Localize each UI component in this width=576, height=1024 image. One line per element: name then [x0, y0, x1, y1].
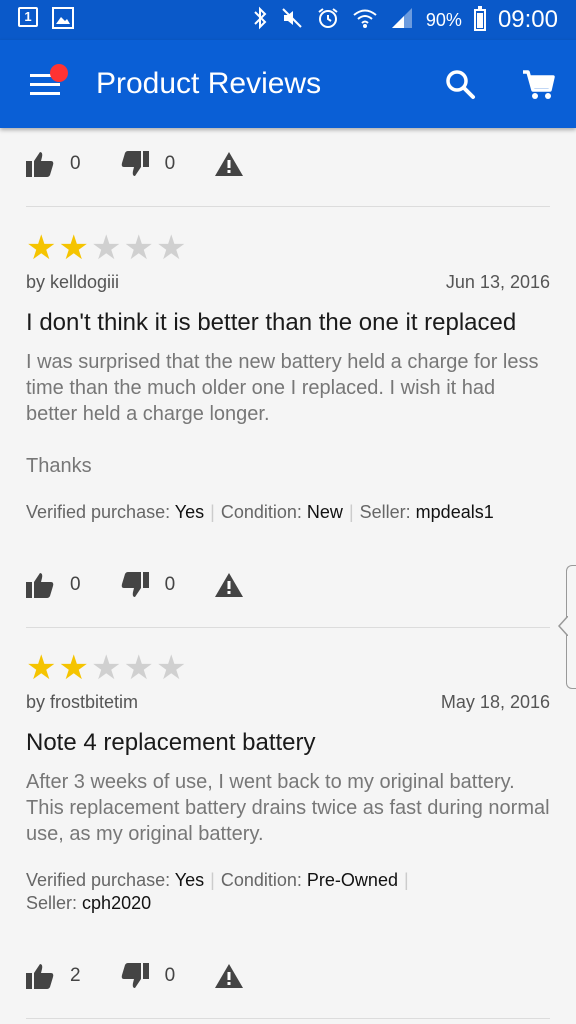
review-date: Jun 13, 2016 [445, 272, 550, 292]
verified-label: Verified purchase: [26, 502, 171, 522]
menu-icon-bar [30, 83, 60, 86]
condition-value: Pre-Owned [306, 870, 398, 890]
warning-icon [215, 573, 244, 597]
seller-value: mpdeals1 [415, 502, 494, 522]
review-title: Note 4 replacement battery [26, 729, 316, 756]
divider [26, 1018, 550, 1019]
review-title: I don't think it is better than the one … [26, 309, 517, 336]
condition-label: Condition: [220, 870, 302, 890]
alarm-icon [316, 6, 340, 35]
search-button[interactable] [440, 64, 480, 104]
review-card: ★ ★ ★ ★ ★ by frostbitetim May 18, 2016 N… [26, 649, 550, 915]
review-date: May 18, 2016 [440, 692, 550, 712]
review-author: by frostbitetim [26, 692, 139, 712]
seller-label: Seller: [359, 502, 411, 522]
review-actions: 0 0 [26, 144, 283, 184]
menu-icon-bar [30, 92, 60, 95]
like-count: 0 [70, 153, 81, 174]
verified-value: Yes [174, 502, 205, 522]
star-filled-icon: ★ [58, 649, 89, 687]
status-notifications: 1 [18, 7, 74, 34]
dislike-count: 0 [164, 574, 176, 595]
dislike-button[interactable]: 0 [121, 963, 176, 989]
battery-icon [473, 6, 486, 31]
like-count: 2 [70, 965, 81, 986]
separator: | [210, 870, 215, 890]
star-empty-icon: ★ [155, 229, 187, 267]
review-actions: 2 0 [26, 956, 283, 996]
divider [26, 206, 550, 207]
condition-label: Condition: [220, 502, 302, 522]
thumbs-down-icon [121, 963, 149, 988]
star-empty-icon: ★ [123, 229, 154, 267]
search-icon [446, 70, 475, 99]
star-rating: ★ ★ ★ ★ ★ [26, 649, 550, 687]
gallery-notification-icon [52, 7, 74, 34]
seller-value: cph2020 [82, 893, 152, 913]
separator: | [403, 870, 409, 890]
star-filled-icon: ★ [26, 229, 57, 267]
review-purchase-info: Verified purchase: Yes | Condition: Pre-Ow… [26, 869, 426, 915]
menu-button[interactable] [24, 64, 68, 104]
like-button[interactable]: 0 [26, 151, 81, 177]
thumbs-up-icon [26, 964, 54, 989]
star-empty-icon: ★ [90, 229, 122, 267]
review-body: After 3 weeks of use, I went back to my … [26, 771, 550, 845]
app-bar: Product Reviews [0, 40, 576, 128]
cart-icon [523, 70, 555, 99]
wifi-icon [352, 6, 378, 35]
divider [26, 627, 550, 628]
signal-icon [390, 6, 414, 35]
report-button[interactable] [215, 573, 244, 597]
condition-value: New [306, 502, 343, 522]
verified-value: Yes [174, 870, 205, 890]
star-filled-icon: ★ [58, 229, 89, 267]
like-button[interactable]: 0 [26, 572, 81, 598]
warning-icon [215, 964, 244, 988]
side-panel-handle[interactable] [558, 565, 576, 689]
review-body: I was surprised that the new battery hel… [26, 351, 539, 477]
reviews-list[interactable]: 0 0 ★ ★ ★ ★ ★ by kelldogiii Jun 13, 2016… [0, 128, 576, 1024]
review-actions: 0 0 [26, 565, 283, 605]
chevron-left-icon [558, 616, 568, 636]
review-purchase-info: Verified purchase: Yes | Condition: New | Se… [26, 501, 550, 524]
page-title: Product Reviews [96, 67, 322, 100]
dislike-count: 0 [164, 965, 176, 986]
status-system: 90% 09:00 [252, 4, 558, 36]
star-filled-icon: ★ [26, 649, 57, 687]
like-button[interactable]: 2 [26, 963, 81, 989]
dislike-button[interactable]: 0 [121, 572, 176, 598]
report-button[interactable] [215, 152, 244, 176]
star-empty-icon: ★ [123, 649, 154, 687]
review-card: ★ ★ ★ ★ ★ by kelldogiii Jun 13, 2016 I d… [26, 229, 550, 524]
dislike-button[interactable]: 0 [121, 151, 176, 177]
mute-icon [280, 6, 304, 35]
clock: 09:00 [497, 6, 558, 33]
report-button[interactable] [215, 964, 244, 988]
bluetooth-icon [252, 6, 268, 35]
status-bar: 1 90% 09:00 [0, 0, 576, 40]
warning-icon [215, 152, 244, 176]
star-empty-icon: ★ [90, 649, 122, 687]
thumbs-down-icon [121, 572, 149, 597]
star-rating: ★ ★ ★ ★ ★ [26, 229, 550, 267]
star-empty-icon: ★ [155, 649, 187, 687]
dislike-count: 0 [164, 153, 176, 174]
thumbs-up-icon [26, 573, 54, 598]
separator: | [348, 502, 354, 522]
cart-button[interactable] [518, 64, 558, 104]
battery-percent: 90% [425, 9, 462, 30]
separator: | [210, 502, 215, 522]
seller-label: Seller: [26, 893, 78, 913]
thumbs-up-icon [26, 152, 54, 177]
verified-label: Verified purchase: [26, 870, 171, 890]
review-author: by kelldogiii [26, 272, 120, 292]
notification-dot [50, 64, 68, 82]
calendar-notification-icon: 1 [18, 7, 38, 27]
thumbs-down-icon [121, 151, 149, 176]
like-count: 0 [70, 574, 81, 595]
